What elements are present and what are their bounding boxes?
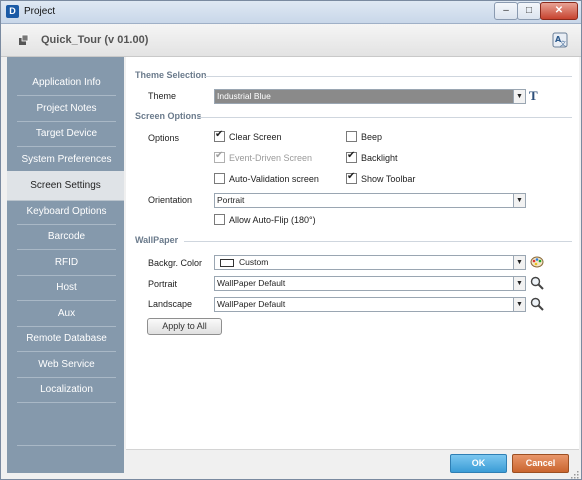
- landscape-wallpaper-value: WallPaper Default: [217, 299, 286, 309]
- options-label: Options: [148, 133, 180, 143]
- app-icon: D: [6, 5, 19, 18]
- sidebar-divider: [17, 445, 116, 446]
- background-color-select[interactable]: Custom ▼: [214, 255, 526, 270]
- section-divider: [204, 76, 572, 77]
- backlight-label: Backlight: [361, 153, 398, 163]
- backlight-checkbox[interactable]: ✔: [346, 150, 357, 163]
- project-icon: [19, 34, 29, 45]
- svg-text:文: 文: [560, 40, 566, 48]
- portrait-label: Portrait: [148, 279, 178, 289]
- section-title-theme: Theme Selection: [135, 70, 207, 80]
- sidebar-nav: Application Info Project Notes Target De…: [7, 57, 124, 473]
- apply-to-all-button[interactable]: Apply to All: [147, 318, 222, 335]
- show-toolbar-checkbox[interactable]: ✔: [346, 171, 357, 184]
- landscape-wallpaper-select[interactable]: WallPaper Default ▼: [214, 297, 526, 312]
- dialog-footer: OK Cancel: [126, 449, 579, 478]
- orientation-select[interactable]: Portrait ▼: [214, 193, 526, 208]
- chevron-down-icon[interactable]: ▼: [513, 256, 525, 269]
- translate-icon[interactable]: A 文: [552, 32, 568, 48]
- section-divider: [184, 241, 572, 242]
- sidebar-item-aux[interactable]: Aux: [17, 302, 116, 327]
- section-divider: [198, 117, 572, 118]
- auto-validation-checkbox[interactable]: [214, 173, 225, 184]
- event-driven-screen-label: Event-Driven Screen: [229, 153, 313, 163]
- resize-grip-icon[interactable]: [571, 471, 579, 479]
- sidebar-item-barcode[interactable]: Barcode: [17, 225, 116, 250]
- theme-label: Theme: [148, 91, 177, 101]
- close-button[interactable]: ✕: [540, 2, 578, 20]
- window-title: Project: [24, 6, 56, 17]
- sidebar-item-application-info[interactable]: Application Info: [17, 71, 116, 96]
- project-header: Quick_Tour (v 01.00) A 文: [1, 24, 581, 57]
- title-bar[interactable]: D Project – □ ✕: [1, 1, 581, 24]
- sidebar-item-host[interactable]: Host: [17, 276, 116, 301]
- allow-auto-flip-checkbox[interactable]: [214, 214, 225, 225]
- sidebar-item-target-device[interactable]: Target Device: [17, 122, 116, 147]
- landscape-label: Landscape: [148, 299, 193, 309]
- portrait-wallpaper-value: WallPaper Default: [217, 278, 286, 288]
- background-color-value: Custom: [239, 257, 269, 267]
- beep-label: Beep: [361, 132, 383, 142]
- theme-select-value: Industrial Blue: [217, 91, 271, 101]
- auto-validation-label: Auto-Validation screen: [229, 174, 319, 184]
- beep-checkbox[interactable]: [346, 131, 357, 142]
- event-driven-screen-checkbox: ✔: [214, 150, 225, 163]
- check-icon: ✔: [215, 150, 224, 161]
- sidebar-item-project-notes[interactable]: Project Notes: [17, 97, 116, 122]
- ok-button[interactable]: OK: [450, 454, 507, 473]
- chevron-down-icon[interactable]: ▼: [513, 194, 525, 207]
- chevron-down-icon[interactable]: ▼: [513, 90, 525, 103]
- project-window: D Project – □ ✕ Quick_Tour (v 01.00) A 文…: [0, 0, 582, 480]
- check-icon: ✔: [347, 150, 356, 161]
- background-color-label: Backgr. Color: [148, 258, 203, 268]
- clear-screen-checkbox[interactable]: ✔: [214, 129, 225, 142]
- sidebar-item-screen-settings[interactable]: Screen Settings: [7, 171, 124, 201]
- chevron-down-icon[interactable]: ▼: [513, 298, 525, 311]
- check-icon: ✔: [347, 171, 356, 182]
- orientation-select-value: Portrait: [217, 195, 245, 205]
- maximize-button[interactable]: □: [517, 2, 541, 20]
- sidebar-item-remote-database[interactable]: Remote Database: [17, 327, 116, 352]
- theme-select[interactable]: Industrial Blue ▼: [214, 89, 526, 104]
- sidebar-item-web-service[interactable]: Web Service: [17, 353, 116, 378]
- screen-settings-panel: Theme Selection Theme Industrial Blue ▼ …: [126, 57, 579, 449]
- orientation-label: Orientation: [148, 195, 193, 205]
- check-icon: ✔: [215, 129, 224, 140]
- sidebar-item-rfid[interactable]: RFID: [17, 251, 116, 276]
- show-toolbar-label: Show Toolbar: [361, 174, 416, 184]
- cancel-button[interactable]: Cancel: [512, 454, 569, 473]
- allow-auto-flip-label: Allow Auto-Flip (180°): [229, 215, 316, 225]
- project-name: Quick_Tour (v 01.00): [41, 34, 149, 46]
- color-swatch: [220, 259, 234, 267]
- section-title-screen-options: Screen Options: [135, 111, 202, 121]
- portrait-wallpaper-select[interactable]: WallPaper Default ▼: [214, 276, 526, 291]
- search-icon[interactable]: [530, 276, 544, 290]
- font-icon[interactable]: T: [529, 88, 538, 104]
- section-title-wallpaper: WallPaper: [135, 235, 179, 245]
- search-icon[interactable]: [530, 297, 544, 311]
- color-palette-icon[interactable]: [530, 255, 544, 269]
- sidebar-item-system-preferences[interactable]: System Preferences: [17, 148, 116, 173]
- sidebar-item-keyboard-options[interactable]: Keyboard Options: [17, 200, 116, 225]
- chevron-down-icon[interactable]: ▼: [513, 277, 525, 290]
- minimize-button[interactable]: –: [494, 2, 518, 20]
- clear-screen-label: Clear Screen: [229, 132, 282, 142]
- sidebar-item-localization[interactable]: Localization: [17, 378, 116, 403]
